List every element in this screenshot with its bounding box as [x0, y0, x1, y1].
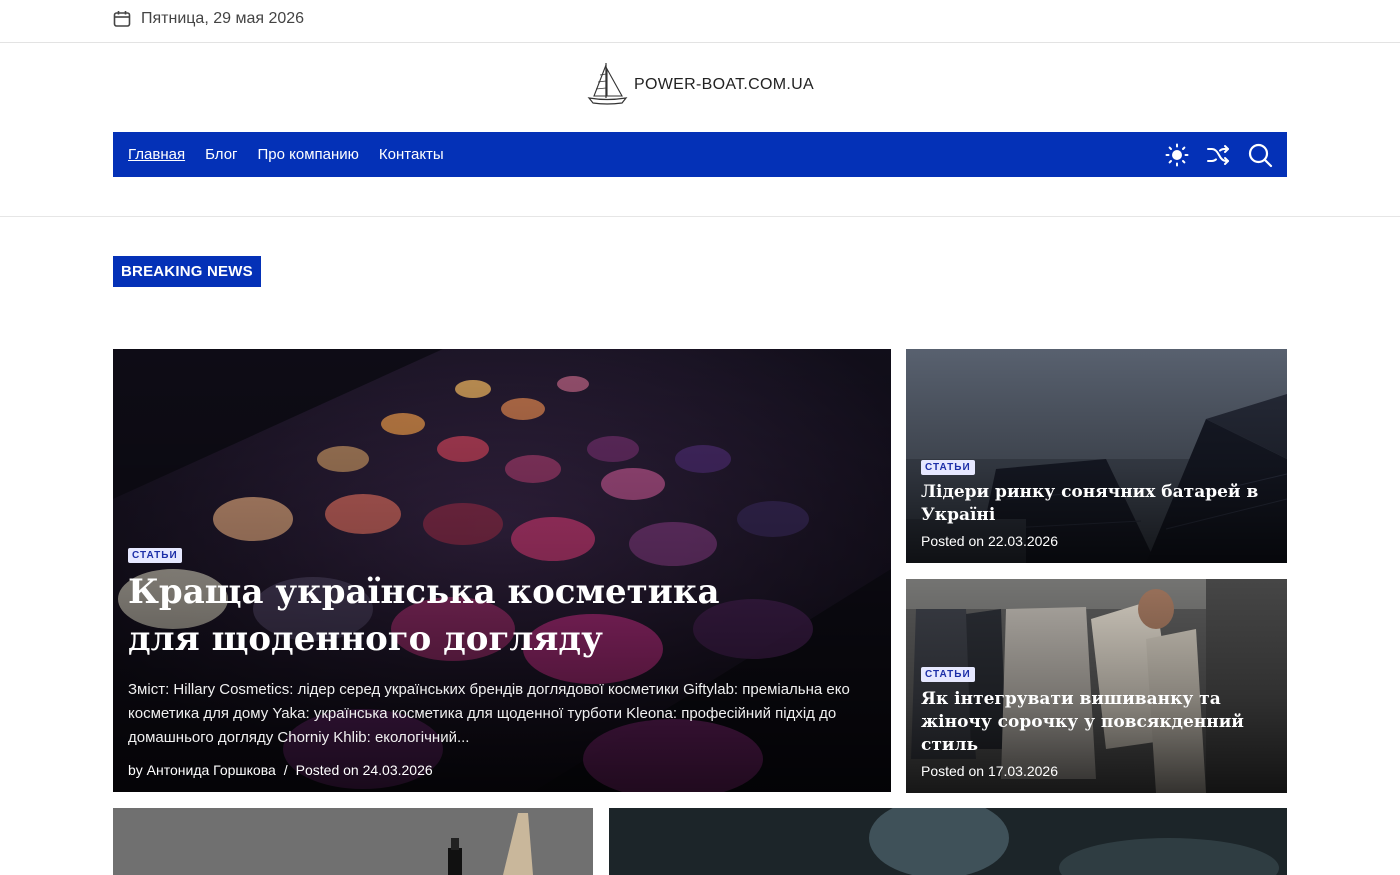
category-badge[interactable]: СТАТЬИ: [921, 667, 975, 682]
featured-post-card[interactable]: СТАТЬИ Краща українська косметика для що…: [113, 349, 891, 792]
calendar-icon: [113, 10, 131, 28]
post-date: Posted on 22.03.2026: [921, 533, 1059, 549]
category-badge[interactable]: СТАТЬИ: [921, 460, 975, 475]
post-card[interactable]: [609, 808, 1287, 875]
site-logo-link[interactable]: POWER-BOAT.COM.UA: [586, 60, 814, 111]
nav-item-contacts[interactable]: Контакты: [379, 146, 444, 163]
side-post-card[interactable]: СТАТЬИ Як інтегрувати вишиванку та жіноч…: [906, 579, 1287, 793]
shuffle-icon[interactable]: [1206, 143, 1230, 167]
side-post-title[interactable]: Лідери ринку сонячних батарей в Україні: [921, 481, 1275, 527]
nav-menu: Главная Блог Про компанию Контакты: [128, 132, 444, 177]
post-date: Posted on 24.03.2026: [295, 762, 433, 778]
side-post-content: СТАТЬИ Як інтегрувати вишиванку та жіноч…: [921, 664, 1275, 779]
featured-post-title[interactable]: Краща українська косметика для щоденного…: [128, 569, 788, 663]
sailboat-icon: [586, 60, 628, 111]
meta-separator: /: [283, 762, 288, 778]
featured-post-meta: by Антонида Горшкова / Posted on 24.03.2…: [128, 762, 877, 778]
post-card[interactable]: [113, 808, 593, 875]
featured-post-content: СТАТЬИ Краща українська косметика для що…: [128, 545, 877, 778]
search-icon[interactable]: [1247, 142, 1273, 168]
nav-item-home[interactable]: Главная: [128, 146, 185, 163]
side-post-card[interactable]: СТАТЬИ Лідери ринку сонячних батарей в У…: [906, 349, 1287, 563]
category-badge[interactable]: СТАТЬИ: [128, 548, 182, 563]
nav-item-blog[interactable]: Блог: [205, 146, 237, 163]
nav-tools: [1165, 132, 1273, 177]
top-bar: Пятница, 29 мая 2026: [0, 0, 1400, 43]
site-name: POWER-BOAT.COM.UA: [634, 76, 814, 93]
featured-post-excerpt: Зміст: Hillary Cosmetics: лідер серед ук…: [128, 681, 850, 746]
post-image: [609, 808, 1287, 875]
post-date: Posted on 17.03.2026: [921, 763, 1059, 779]
side-post-content: СТАТЬИ Лідери ринку сонячних батарей в У…: [921, 457, 1275, 549]
sun-icon[interactable]: [1165, 143, 1189, 167]
side-post-title[interactable]: Як інтегрувати вишиванку та жіночу сороч…: [921, 688, 1275, 757]
post-author[interactable]: by Антонида Горшкова: [128, 762, 276, 778]
nav-item-about[interactable]: Про компанию: [258, 146, 359, 163]
site-header: POWER-BOAT.COM.UA: [0, 43, 1400, 132]
date-text: Пятница, 29 мая 2026: [141, 10, 305, 27]
header-divider: [0, 216, 1400, 217]
main-navigation: Главная Блог Про компанию Контакты: [113, 132, 1287, 177]
breaking-news-label: BREAKING NEWS: [113, 256, 261, 287]
date-display: Пятница, 29 мая 2026: [113, 10, 304, 28]
post-image: [113, 808, 593, 875]
